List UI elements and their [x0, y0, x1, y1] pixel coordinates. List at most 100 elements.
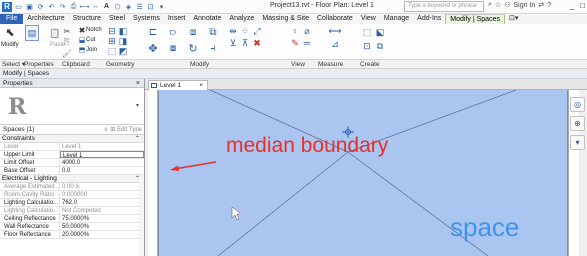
notch-icon[interactable]: ✖ [78, 26, 86, 35]
tab-massing-site[interactable]: Massing & Site [258, 14, 313, 24]
instance-filter[interactable]: Spaces (1) ∨ ⊞ Edit Type [0, 125, 144, 135]
dimension-tool-icon[interactable]: ⊿ [326, 38, 344, 50]
property-value[interactable]: 4000.0 [60, 159, 144, 166]
join-button[interactable]: Join [86, 47, 97, 53]
tab-modify-spaces[interactable]: Modify | Spaces [445, 14, 505, 24]
tab-add-ins[interactable]: Add-Ins [413, 14, 445, 24]
scale-icon[interactable]: ⤢ [252, 26, 262, 36]
steering-wheel-icon[interactable]: ◎ [570, 97, 585, 112]
tab-insert[interactable]: Insert [164, 14, 190, 24]
measure-between-icon[interactable]: ⟷ [326, 26, 344, 36]
mirror-draw-icon[interactable]: ⧉ [205, 25, 221, 39]
panel-select[interactable]: Select ▾ [2, 60, 25, 69]
properties-scrollbar[interactable] [139, 177, 144, 256]
property-row[interactable]: Lighting Calculatio... Not Computed [0, 207, 144, 215]
close-hidden-icon[interactable]: ⊡ [146, 2, 155, 11]
property-row[interactable]: Room Cavity Ratio 0.000000 [0, 191, 144, 199]
search-input[interactable]: Type a keyword or phrase [404, 1, 484, 12]
tab-manage[interactable]: Manage [380, 14, 413, 24]
property-row[interactable]: Ceiling Reflectance 75.0000% [0, 215, 144, 223]
property-row[interactable]: Upper Limit Level 1 [0, 151, 144, 159]
tab-view[interactable]: View [357, 14, 380, 24]
open-icon[interactable]: ▭ [14, 2, 23, 11]
property-row[interactable]: Average Estimated ... 0.00 lx [0, 183, 144, 191]
star-icon[interactable]: ☆ [495, 1, 501, 9]
chevron-down-icon[interactable]: ∨ [104, 126, 108, 134]
align-icon[interactable]: ⊏ [145, 25, 161, 39]
tab-level-1[interactable]: Level 1 × [148, 80, 208, 90]
create-similar-icon[interactable]: ⧉ [374, 40, 386, 52]
geometry-tool-b-icon[interactable]: ◨ [118, 36, 128, 46]
tab-collaborate[interactable]: Collaborate [313, 14, 357, 24]
binoculars-icon[interactable]: ⌕ [488, 1, 492, 9]
text-icon[interactable]: A [102, 2, 111, 11]
rotate-icon[interactable]: ↻ [185, 41, 201, 55]
pin-icon[interactable]: ⊻ [228, 38, 238, 48]
property-value[interactable]: 75.0000% [60, 215, 144, 222]
trim-icon[interactable]: ⫞ [205, 41, 221, 55]
zoom-icon[interactable]: ⊕ [570, 116, 585, 131]
create-parts-icon[interactable]: ⬕ [374, 26, 386, 38]
property-value[interactable]: 762.0 [60, 199, 144, 206]
mirror-axis-icon[interactable]: ⧈ [185, 25, 201, 39]
print-icon[interactable]: ⎙ [69, 2, 78, 11]
property-value[interactable]: 20.0000% [60, 231, 144, 238]
revit-logo-icon[interactable]: R [2, 1, 12, 12]
measure-icon[interactable]: ⟷ [79, 2, 89, 11]
tab-file[interactable]: File [0, 14, 24, 24]
match-icon[interactable]: 🖌 [62, 48, 72, 58]
user-icon[interactable]: ⚇ [504, 1, 510, 9]
collapse-icon[interactable]: ⌃ [135, 135, 140, 143]
property-row[interactable]: Limit Offset 4000.0 [0, 159, 144, 167]
property-value[interactable]: Level 1 [60, 143, 144, 150]
wall-joins-icon[interactable]: ⊟ [107, 26, 117, 36]
exchange-icon[interactable]: ⇄ [538, 1, 544, 9]
property-row[interactable]: Wall Reflectance 50.0000% [0, 223, 144, 231]
tab-overflow[interactable]: ⊡▾ [505, 14, 522, 24]
split-icon[interactable]: ⇹ [228, 26, 238, 36]
drawing-canvas[interactable]: median boundary space [148, 90, 579, 256]
copy-icon[interactable]: ⎘ [62, 37, 72, 47]
properties-icon[interactable]: ▤ [25, 25, 39, 41]
maximize-button[interactable]: □ [580, 1, 585, 10]
property-value[interactable]: 0.000000 [60, 191, 144, 198]
tab-analyze[interactable]: Analyze [225, 14, 258, 24]
switch-windows-icon[interactable]: ▾ [157, 2, 166, 11]
property-row[interactable]: Base Offset 0.0 [0, 167, 144, 175]
undo-icon[interactable]: ↶ [47, 2, 56, 11]
cut-icon[interactable]: ✂ [62, 26, 72, 36]
type-selector[interactable]: R ▾ [0, 88, 144, 125]
cursor-icon[interactable]: ⬉ [3, 25, 17, 39]
cut-geometry-button[interactable]: Cut [86, 37, 95, 43]
paint-brush-icon[interactable]: ✎ [290, 38, 300, 48]
cut-geometry-icon[interactable]: ⬓ [78, 36, 86, 44]
edit-type-button[interactable]: ∨ ⊞ Edit Type [104, 126, 142, 134]
geometry-tool-a-icon[interactable]: ◧ [118, 26, 128, 36]
property-row[interactable]: Floor Reflectance 20.0000% [0, 231, 144, 239]
paint-icon[interactable]: ⬚ [107, 46, 117, 56]
property-value[interactable]: 0.0 [60, 167, 144, 174]
array-icon[interactable]: ⁘ [240, 26, 250, 36]
geometry-tool-c-icon[interactable]: ◩ [118, 46, 128, 56]
offset-icon[interactable]: ⫐ [165, 25, 181, 39]
override-icon[interactable]: ⌀ [302, 26, 312, 36]
help-icon[interactable]: ? [547, 2, 551, 9]
tab-structure[interactable]: Structure [69, 14, 105, 24]
tab-annotate[interactable]: Annotate [189, 14, 225, 24]
split-face-icon[interactable]: ⊞ [107, 36, 117, 46]
property-row[interactable]: Lighting Calculatio... 762.0 [0, 199, 144, 207]
section-electrical-lighting[interactable]: Electrical - Lighting ⌃ [0, 175, 144, 183]
property-value[interactable]: Not Computed [60, 207, 144, 214]
sign-in-button[interactable]: Sign In [513, 2, 535, 9]
create-group-icon[interactable]: ⊡ [361, 40, 373, 52]
move-icon[interactable]: ✥ [145, 41, 161, 55]
chevron-down-icon[interactable]: ▾ [136, 102, 139, 109]
modify-button[interactable]: Modify [1, 42, 19, 48]
paste-icon[interactable]: 📋 [48, 25, 62, 41]
close-icon[interactable]: × [199, 81, 203, 90]
hide-icon[interactable]: ♀ [290, 26, 300, 36]
section-icon[interactable]: ◈ [124, 2, 133, 11]
dimension-icon[interactable]: ↔ [91, 2, 100, 11]
join-icon[interactable]: ⬒ [78, 46, 86, 54]
thin-lines-icon[interactable]: ☰ [135, 2, 144, 11]
